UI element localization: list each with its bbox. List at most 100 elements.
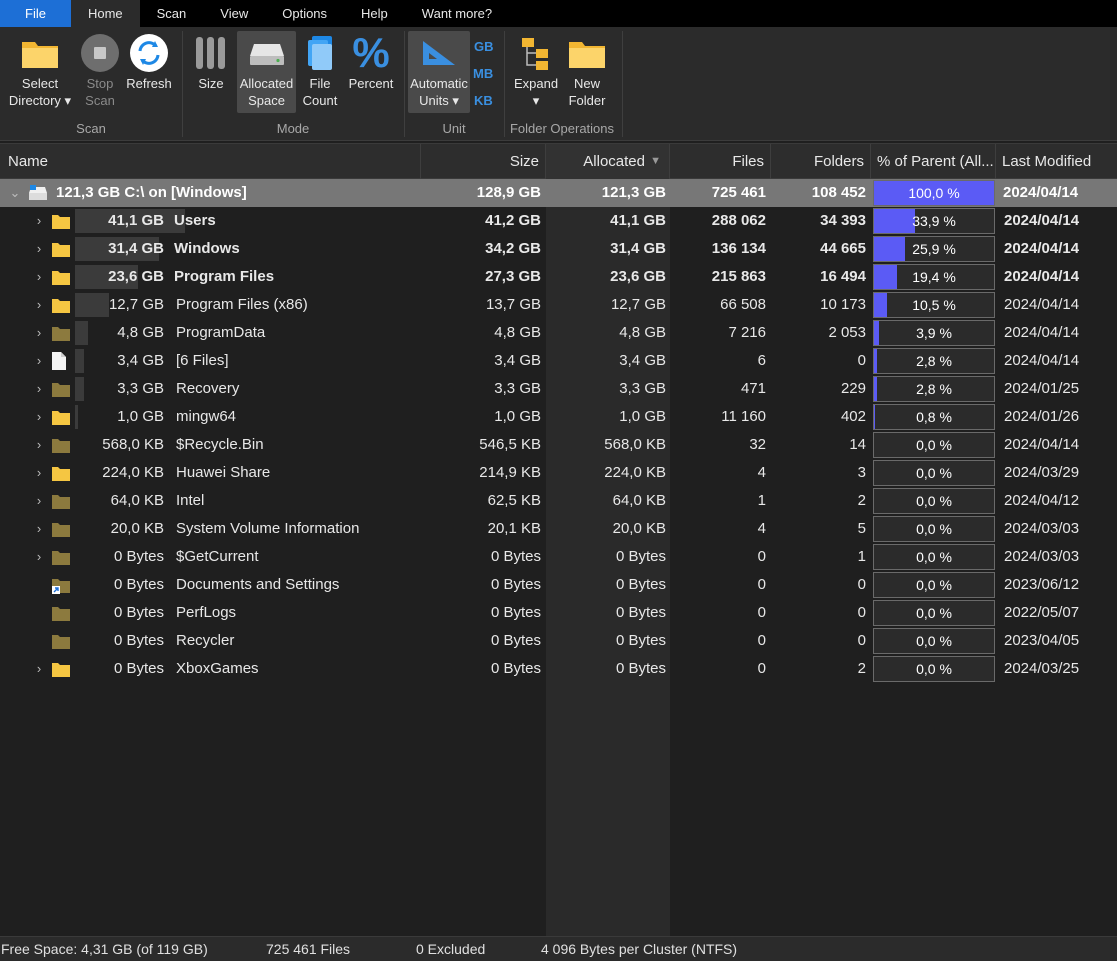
chevron-right-icon[interactable]: › <box>32 403 46 431</box>
column-header-last-modified[interactable]: Last Modified <box>996 144 1117 179</box>
table-row[interactable]: › 3,3 GB Recovery 3,3 GB 3,3 GB 471 229 2,8 % 20… <box>0 375 1117 403</box>
row-allocated: 0 Bytes <box>615 604 666 621</box>
row-last-modified: 2024/04/14 <box>1004 352 1080 369</box>
new-folder-button[interactable]: New Folder <box>563 31 611 109</box>
row-allocated: 23,6 GB <box>610 268 666 285</box>
row-size: 546,5 KB <box>479 436 541 453</box>
row-size: 0 Bytes <box>490 632 541 649</box>
table-row[interactable]: › 0 Bytes $GetCurrent 0 Bytes 0 Bytes 0 1 0,0 %… <box>0 543 1117 571</box>
row-allocated: 0 Bytes <box>615 576 666 593</box>
percent-bar: 25,9 % <box>873 236 995 262</box>
table-row[interactable]: › 0 Bytes XboxGames 0 Bytes 0 Bytes 0 2 0,0 % 20… <box>0 655 1117 683</box>
chevron-down-icon[interactable]: ⌄ <box>8 179 22 207</box>
table-row[interactable]: › 568,0 KB $Recycle.Bin 546,5 KB 568,0 KB 32 1… <box>0 431 1117 459</box>
chevron-right-icon[interactable]: › <box>32 487 46 515</box>
root-drive-label: 121,3 GB C:\ on [Windows] <box>56 184 247 201</box>
column-header-allocated[interactable]: Allocated ▼ <box>546 144 670 179</box>
row-folders: 2 053 <box>828 324 866 341</box>
unit-kb-button[interactable]: KB <box>474 93 493 108</box>
folder-icon <box>52 214 70 234</box>
menu-help[interactable]: Help <box>344 0 405 27</box>
column-header-files[interactable]: Files <box>670 144 771 179</box>
menu-want-more[interactable]: Want more? <box>405 0 509 27</box>
expand-button[interactable]: Expand ▾ <box>512 31 560 109</box>
table-row[interactable]: › 41,1 GB Users 41,2 GB 41,1 GB 288 062 34 393… <box>0 207 1117 235</box>
table-row[interactable]: › 1,0 GB mingw64 1,0 GB 1,0 GB 11 160 402 0,8 %… <box>0 403 1117 431</box>
refresh-button[interactable]: Refresh <box>124 31 174 92</box>
chevron-right-icon[interactable]: › <box>32 459 46 487</box>
chevron-right-icon[interactable]: › <box>32 375 46 403</box>
table-row[interactable]: › 3,4 GB [6 Files] 3,4 GB 3,4 GB 6 0 2,8 % 2024/… <box>0 347 1117 375</box>
row-size: 41,2 GB <box>485 212 541 229</box>
menu-options[interactable]: Options <box>265 0 344 27</box>
menu-file[interactable]: File <box>0 0 71 27</box>
chevron-right-icon[interactable] <box>32 627 46 655</box>
chevron-right-icon[interactable]: › <box>32 207 46 235</box>
column-header-name[interactable]: Name <box>0 144 421 179</box>
status-bar: Free Space: 4,31 GB (of 119 GB) 725 461 … <box>0 936 1117 961</box>
row-size: 13,7 GB <box>485 296 541 313</box>
chevron-right-icon[interactable]: › <box>32 431 46 459</box>
table-row[interactable]: 0 Bytes Recycler 0 Bytes 0 Bytes 0 0 0,0 % 2023… <box>0 627 1117 655</box>
chevron-right-icon[interactable]: › <box>32 263 46 291</box>
table-row[interactable]: › 31,4 GB Windows 34,2 GB 31,4 GB 136 134 44 6… <box>0 235 1117 263</box>
chevron-right-icon[interactable]: › <box>32 515 46 543</box>
percent-value: 0,0 % <box>916 437 952 453</box>
file-count-button[interactable]: File Count <box>298 31 342 109</box>
row-allocated: 41,1 GB <box>610 212 666 229</box>
table-row-root[interactable]: ⌄ 121,3 GB C:\ on [Windows] 128,9 GB 121… <box>0 179 1117 207</box>
unit-gb-button[interactable]: GB <box>474 39 494 54</box>
chevron-right-icon[interactable]: › <box>32 291 46 319</box>
chevron-right-icon[interactable]: › <box>32 347 46 375</box>
row-allocated: 0 Bytes <box>615 548 666 565</box>
table-row[interactable]: › 224,0 KB Huawei Share 214,9 KB 224,0 KB 4 3 0… <box>0 459 1117 487</box>
row-allocated: 3,3 GB <box>619 380 666 397</box>
mode-group-label: Mode <box>276 121 310 136</box>
chevron-right-icon[interactable]: › <box>32 655 46 683</box>
table-row[interactable]: 0 Bytes Documents and Settings 0 Bytes 0 By… <box>0 571 1117 599</box>
row-folders: 3 <box>857 464 866 481</box>
table-row[interactable]: › 12,7 GB Program Files (x86) 13,7 GB 12,7 G… <box>0 291 1117 319</box>
stop-scan-button[interactable]: Stop Scan <box>78 31 122 109</box>
chevron-right-icon[interactable]: › <box>32 235 46 263</box>
row-files: 288 062 <box>711 212 766 229</box>
row-name: XboxGames <box>176 660 259 677</box>
table-row[interactable]: › 23,6 GB Program Files 27,3 GB 23,6 GB 215 8… <box>0 263 1117 291</box>
chevron-right-icon[interactable] <box>32 571 46 599</box>
table-row[interactable]: › 20,0 KB System Volume Information 20,1 KB… <box>0 515 1117 543</box>
chevron-right-icon[interactable]: › <box>32 319 46 347</box>
hidden-folder-icon <box>52 494 70 514</box>
percent-value: 0,8 % <box>916 409 952 425</box>
row-last-modified: 2024/03/03 <box>1004 520 1080 537</box>
row-size: 214,9 KB <box>479 464 541 481</box>
row-name: Huawei Share <box>176 464 271 481</box>
percent-bar: 100,0 % <box>873 180 995 206</box>
table-row[interactable]: 0 Bytes PerfLogs 0 Bytes 0 Bytes 0 0 0,0 % 2022… <box>0 599 1117 627</box>
hidden-folder-icon <box>52 634 70 654</box>
column-header-size[interactable]: Size <box>421 144 546 179</box>
chevron-right-icon[interactable]: › <box>32 543 46 571</box>
row-last-modified: 2024/01/25 <box>1004 380 1080 397</box>
chevron-right-icon[interactable] <box>32 599 46 627</box>
row-allocated-label: 3,3 GB <box>117 380 164 397</box>
select-directory-button[interactable]: Select Directory ▾ <box>2 31 78 109</box>
column-header-percent-of-parent[interactable]: % of Parent (All... <box>871 144 996 179</box>
unit-mb-button[interactable]: MB <box>473 66 493 81</box>
column-header-folders[interactable]: Folders <box>771 144 871 179</box>
menu-home[interactable]: Home <box>70 0 140 27</box>
row-allocated-label: 0 Bytes <box>113 604 164 621</box>
row-allocated-label: 4,8 GB <box>117 324 164 341</box>
size-mode-button[interactable]: Size <box>190 31 232 92</box>
drive-icon <box>28 183 48 207</box>
row-folders: 402 <box>840 408 866 425</box>
allocated-space-button[interactable]: Allocated Space <box>237 31 296 113</box>
table-row[interactable]: › 4,8 GB ProgramData 4,8 GB 4,8 GB 7 216 2 053… <box>0 319 1117 347</box>
table-row[interactable]: › 64,0 KB Intel 62,5 KB 64,0 KB 1 2 0,0 % 2024/0… <box>0 487 1117 515</box>
automatic-units-button[interactable]: Automatic Units ▾ <box>408 31 470 113</box>
folder-icon <box>52 298 70 318</box>
menu-view[interactable]: View <box>203 0 265 27</box>
percent-button[interactable]: % Percent <box>345 31 397 92</box>
row-size: 0 Bytes <box>490 660 541 677</box>
menu-scan[interactable]: Scan <box>140 0 204 27</box>
row-size: 34,2 GB <box>485 240 541 257</box>
